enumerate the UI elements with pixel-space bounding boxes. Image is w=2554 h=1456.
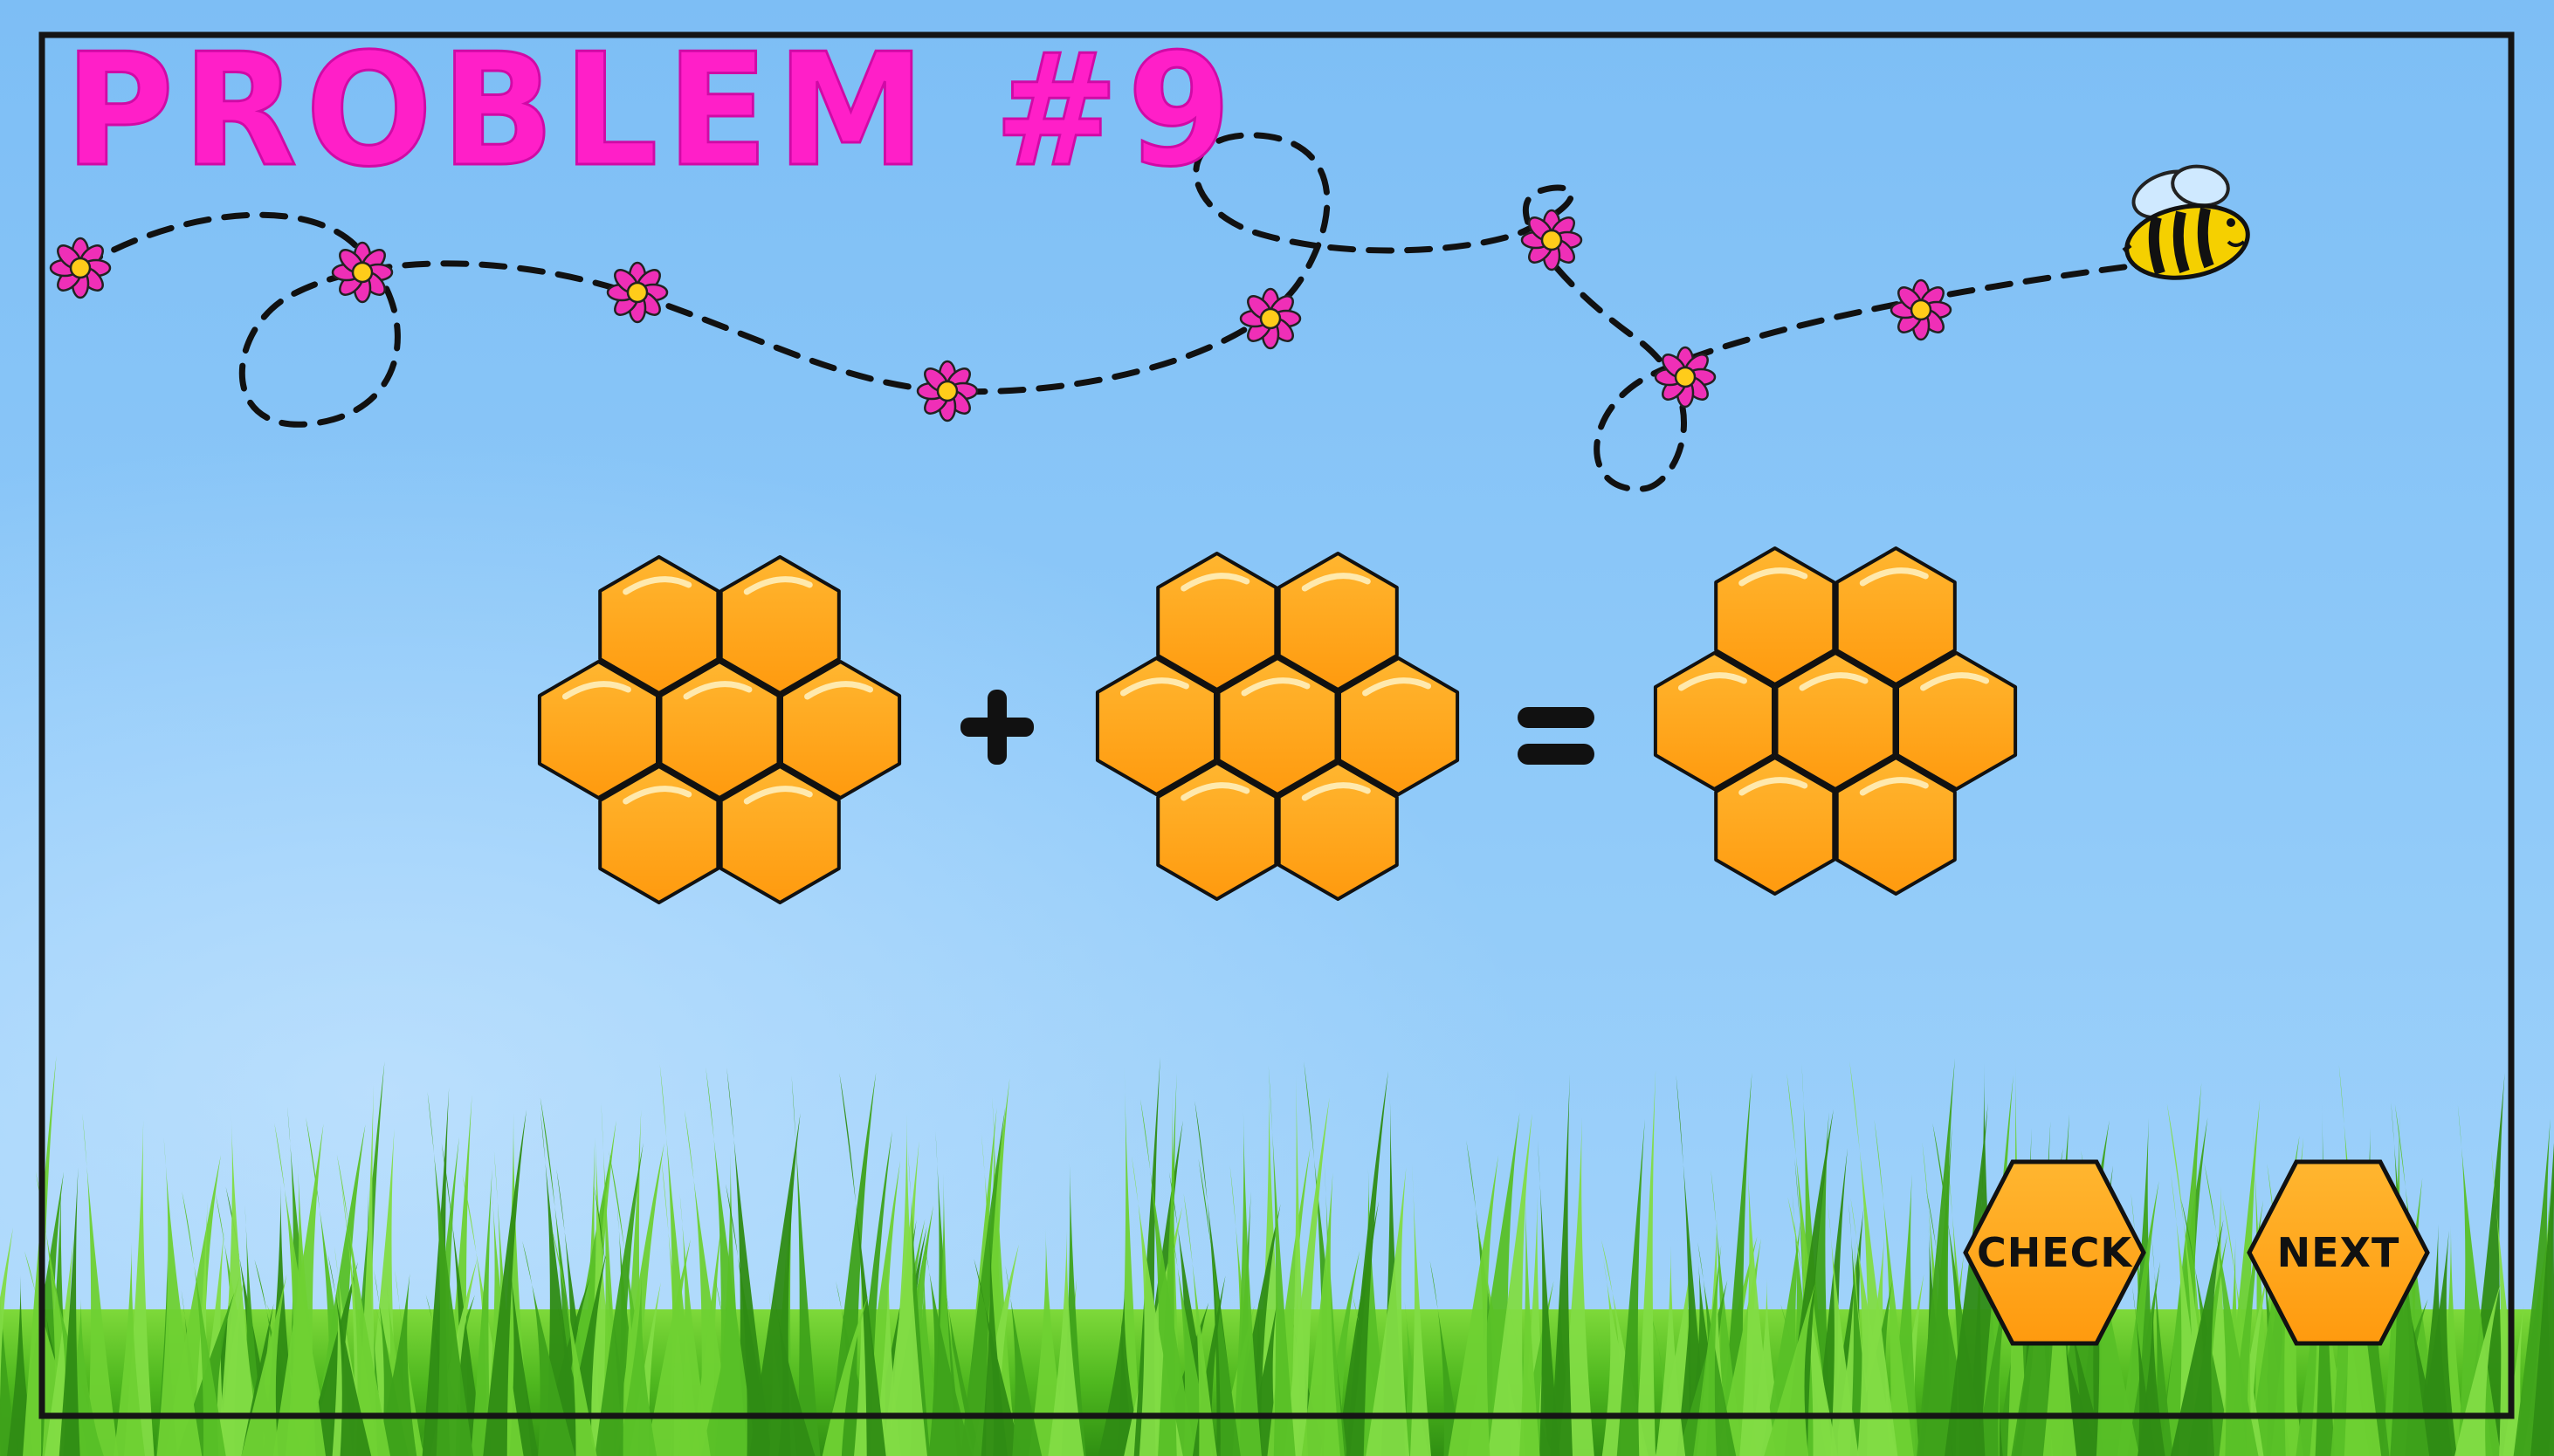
flower-icon xyxy=(1654,346,1717,409)
check-button[interactable]: CHECK xyxy=(1960,1158,2149,1347)
next-button-label: NEXT xyxy=(2276,1229,2400,1276)
flower-icon xyxy=(606,261,669,324)
check-button-label: CHECK xyxy=(1976,1229,2133,1276)
flower-icon xyxy=(49,237,112,299)
problem-title: PROBLEM #9 xyxy=(64,20,1240,201)
next-button[interactable]: NEXT xyxy=(2244,1158,2433,1347)
flower-icon xyxy=(1890,278,1952,341)
scene-background xyxy=(0,0,2554,1456)
flower-icon xyxy=(1520,209,1583,271)
flower-icon xyxy=(916,360,979,422)
game-scene: PROBLEM #9 CHECK NEXT xyxy=(0,0,2554,1456)
flower-icon xyxy=(1239,287,1302,350)
honeycomb-clusters xyxy=(537,546,2018,904)
flower-icon xyxy=(331,241,394,304)
